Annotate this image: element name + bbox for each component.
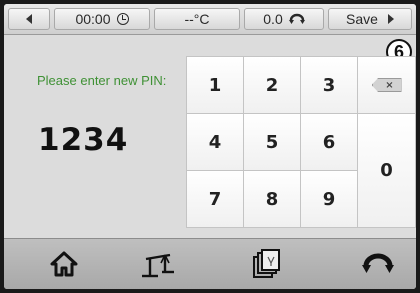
speed-display: 0.0 <box>244 8 324 30</box>
key-5[interactable]: 5 <box>243 113 301 171</box>
balance-button[interactable] <box>138 247 178 281</box>
key-7[interactable]: 7 <box>186 170 244 228</box>
rotate-button[interactable] <box>358 247 398 281</box>
key-3[interactable]: 3 <box>300 56 358 114</box>
time-display: 00:00 <box>54 8 150 30</box>
home-button[interactable] <box>44 247 84 281</box>
key-2[interactable]: 2 <box>243 56 301 114</box>
balance-icon <box>142 253 174 278</box>
pin-prompt: Please enter new PIN: <box>37 73 167 88</box>
save-button[interactable]: Save <box>328 8 412 30</box>
time-text: 00:00 <box>75 11 111 27</box>
temperature-display: --°C <box>154 8 240 30</box>
backspace-symbol: × <box>385 79 394 91</box>
device-frame: 00:00 --°C 0.0 Save 6 Please enter new P… <box>0 0 420 293</box>
speed-text: 0.0 <box>263 11 283 27</box>
backspace-icon: × <box>371 78 402 92</box>
rotate-icon <box>362 253 394 273</box>
arrow-left-icon <box>26 14 32 24</box>
key-9[interactable]: 9 <box>300 170 358 228</box>
temperature-text: --°C <box>184 11 210 27</box>
numeric-keypad: 1 2 3 × 4 5 6 0 7 8 9 <box>186 56 416 228</box>
key-0[interactable]: 0 <box>357 113 416 228</box>
screen: 00:00 --°C 0.0 Save 6 Please enter new P… <box>4 4 416 289</box>
scroll-left-button[interactable] <box>8 8 50 30</box>
rotate-icon <box>288 13 305 24</box>
bottom-nav <box>4 238 416 289</box>
status-bar: 00:00 --°C 0.0 Save <box>4 4 416 35</box>
home-icon <box>50 251 78 277</box>
key-6[interactable]: 6 <box>300 113 358 171</box>
key-1[interactable]: 1 <box>186 56 244 114</box>
arrow-right-icon <box>387 14 394 24</box>
backspace-key[interactable]: × <box>357 56 416 114</box>
save-label: Save <box>346 11 378 27</box>
clock-icon <box>116 13 129 25</box>
notes-icon <box>253 249 280 278</box>
pin-value: 1234 <box>38 122 129 158</box>
key-8[interactable]: 8 <box>243 170 301 228</box>
key-4[interactable]: 4 <box>186 113 244 171</box>
notes-button[interactable] <box>246 247 286 281</box>
